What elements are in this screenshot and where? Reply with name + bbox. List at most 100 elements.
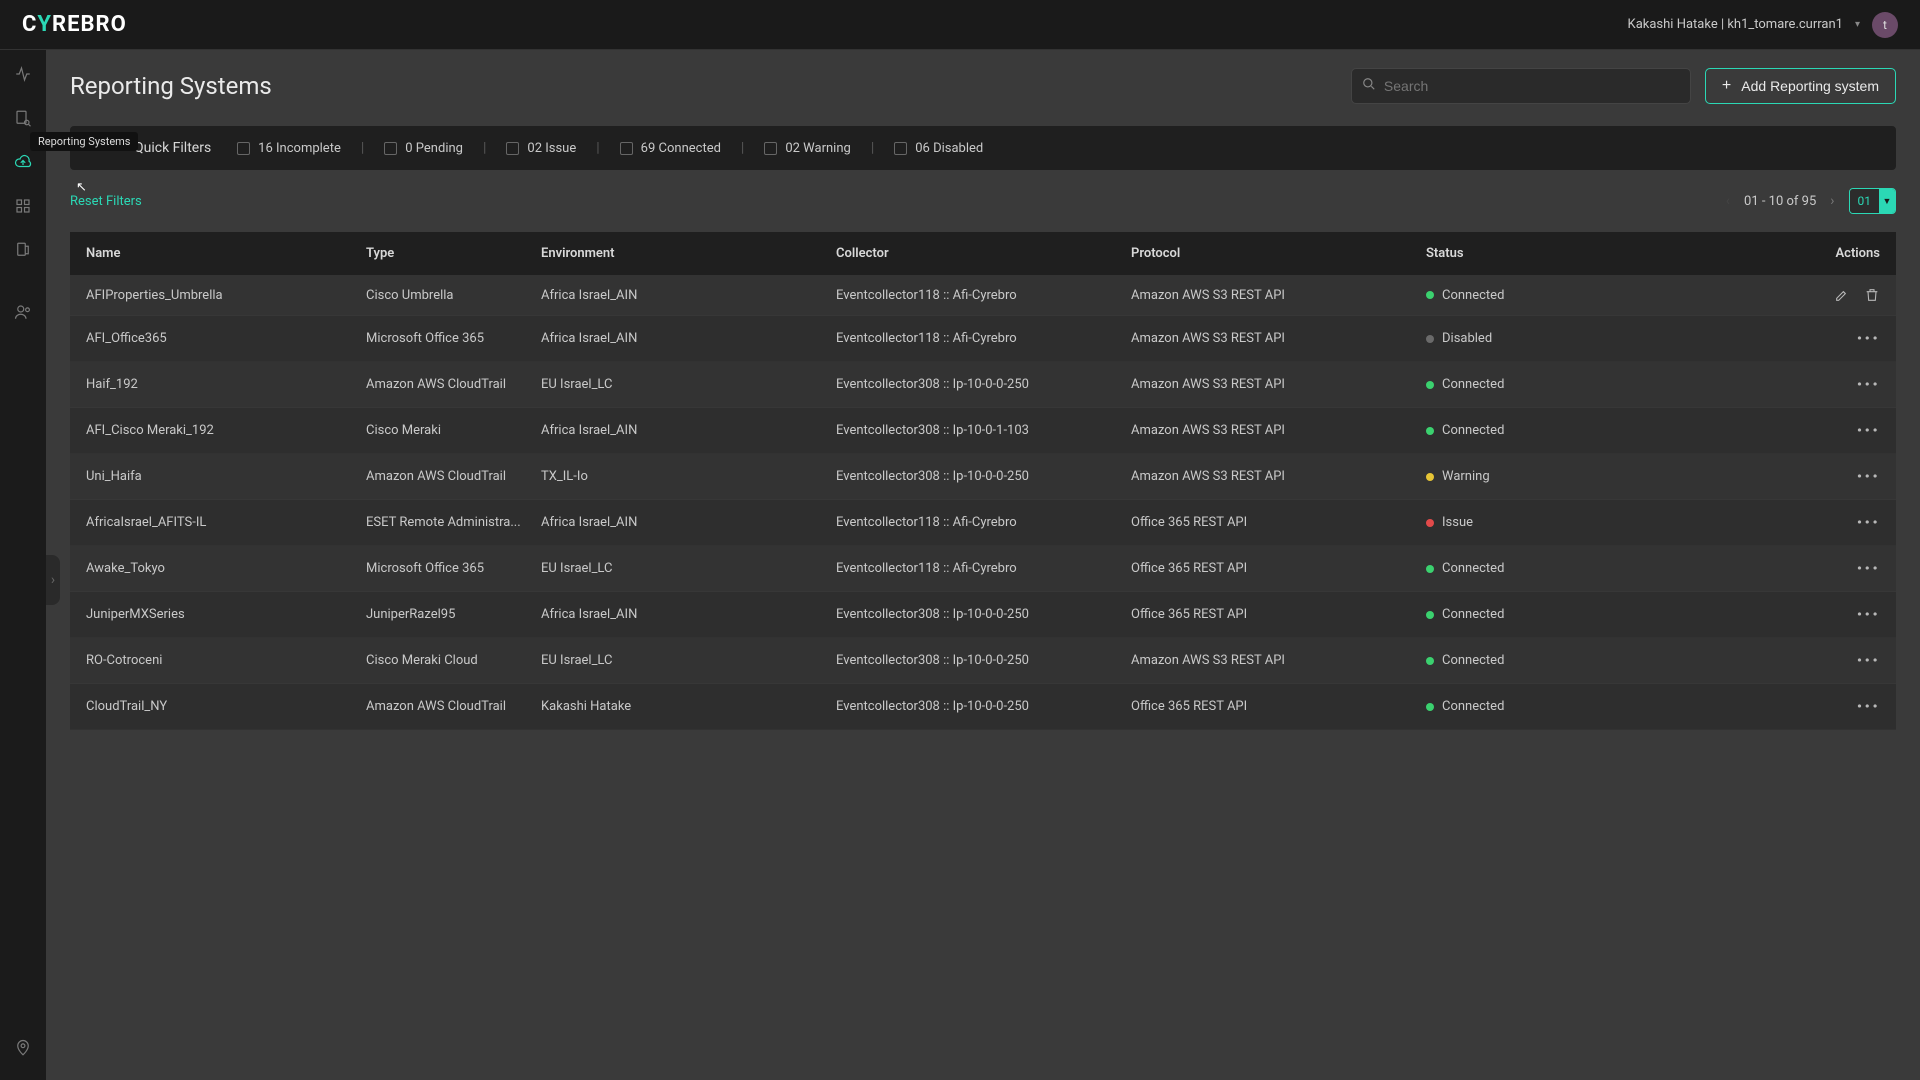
status-dot-icon: [1426, 519, 1434, 527]
cell-protocol: Office 365 REST API: [1131, 561, 1426, 576]
search-input[interactable]: [1384, 78, 1680, 94]
cell-collector: Eventcollector118 :: Afi-Cyrebro: [836, 561, 1131, 576]
col-header-collector[interactable]: Collector: [836, 246, 1131, 261]
status-label: Connected: [1442, 377, 1504, 392]
checkbox-icon[interactable]: [506, 142, 519, 155]
grid-icon[interactable]: [13, 196, 33, 216]
quick-filter-connected[interactable]: 69 Connected: [620, 141, 721, 156]
user-display[interactable]: Kakashi Hatake | kh1_tomare.curran1: [1628, 17, 1843, 32]
activity-icon[interactable]: [13, 64, 33, 84]
cell-environment: Africa Israel_AIN: [541, 331, 836, 346]
search-input-wrap[interactable]: [1351, 68, 1691, 104]
cell-name: Uni_Haifa: [86, 469, 366, 484]
device-icon[interactable]: [13, 240, 33, 260]
mouse-cursor: ↖: [76, 180, 87, 195]
table-row[interactable]: Uni_HaifaAmazon AWS CloudTrailTX_IL-IoEv…: [70, 454, 1896, 500]
status-label: Connected: [1442, 607, 1504, 622]
quick-filter-label: 16 Incomplete: [258, 141, 341, 156]
cell-actions: ···: [1760, 558, 1880, 579]
status-dot-icon: [1426, 381, 1434, 389]
cell-name: AfricaIsrael_AFITS-IL: [86, 515, 366, 530]
col-header-status[interactable]: Status: [1426, 246, 1666, 261]
cell-actions: ···: [1760, 604, 1880, 625]
pagination: ‹ 01 - 10 of 95 › 01 ▼: [1726, 188, 1896, 214]
more-icon[interactable]: ···: [1857, 696, 1880, 717]
status-dot-icon: [1426, 291, 1434, 299]
table-row[interactable]: AFI_Office365Microsoft Office 365Africa …: [70, 316, 1896, 362]
status-label: Connected: [1442, 423, 1504, 438]
checkbox-icon[interactable]: [384, 142, 397, 155]
quick-filter-label: 02 Issue: [527, 141, 576, 156]
table-row[interactable]: Haif_192Amazon AWS CloudTrailEU Israel_L…: [70, 362, 1896, 408]
chevron-down-icon[interactable]: ▾: [1855, 19, 1860, 30]
add-reporting-system-button[interactable]: + Add Reporting system: [1705, 68, 1896, 104]
cell-status: Disabled: [1426, 331, 1666, 346]
cell-protocol: Amazon AWS S3 REST API: [1131, 653, 1426, 668]
checkbox-icon[interactable]: [764, 142, 777, 155]
chevron-down-icon[interactable]: ▼: [1879, 189, 1895, 213]
more-icon[interactable]: ···: [1857, 604, 1880, 625]
more-icon[interactable]: ···: [1857, 374, 1880, 395]
more-icon[interactable]: ···: [1857, 512, 1880, 533]
more-icon[interactable]: ···: [1857, 650, 1880, 671]
quick-filter-warning[interactable]: 02 Warning: [764, 141, 850, 156]
cell-collector: Eventcollector118 :: Afi-Cyrebro: [836, 331, 1131, 346]
cell-environment: EU Israel_LC: [541, 377, 836, 392]
page-next-button[interactable]: ›: [1830, 193, 1834, 209]
quick-filter-pending[interactable]: 0 Pending: [384, 141, 463, 156]
page-title: Reporting Systems: [70, 72, 272, 100]
checkbox-icon[interactable]: [620, 142, 633, 155]
location-icon[interactable]: [13, 1038, 33, 1058]
checkbox-icon[interactable]: [894, 142, 907, 155]
col-header-type[interactable]: Type: [366, 246, 541, 261]
cell-type: Cisco Meraki Cloud: [366, 653, 541, 668]
search-icon: [1362, 77, 1376, 95]
checkbox-icon[interactable]: [237, 142, 250, 155]
cell-name: AFI_Office365: [86, 331, 366, 346]
quick-filter-incomplete[interactable]: 16 Incomplete: [237, 141, 341, 156]
cell-type: Amazon AWS CloudTrail: [366, 699, 541, 714]
cell-actions: ···: [1760, 466, 1880, 487]
status-label: Connected: [1442, 561, 1504, 576]
users-icon[interactable]: [13, 302, 33, 322]
cell-collector: Eventcollector308 :: Ip-10-0-0-250: [836, 653, 1131, 668]
cell-status: Connected: [1426, 561, 1666, 576]
avatar[interactable]: t: [1872, 12, 1898, 38]
table-row[interactable]: RO-CotroceniCisco Meraki CloudEU Israel_…: [70, 638, 1896, 684]
page-prev-button[interactable]: ‹: [1726, 193, 1730, 209]
col-header-environment[interactable]: Environment: [541, 246, 836, 261]
more-icon[interactable]: ···: [1857, 328, 1880, 349]
trash-icon[interactable]: [1864, 287, 1880, 303]
status-label: Disabled: [1442, 331, 1492, 346]
cell-actions: ···: [1760, 374, 1880, 395]
page-select[interactable]: 01 ▼: [1849, 188, 1897, 214]
more-icon[interactable]: ···: [1857, 420, 1880, 441]
cell-environment: Africa Israel_AIN: [541, 423, 836, 438]
cell-name: AFIProperties_Umbrella: [86, 288, 366, 303]
table-row[interactable]: AFIProperties_UmbrellaCisco UmbrellaAfri…: [70, 275, 1896, 316]
more-icon[interactable]: ···: [1857, 558, 1880, 579]
status-dot-icon: [1426, 611, 1434, 619]
edit-icon[interactable]: [1834, 287, 1850, 303]
table-row[interactable]: JuniperMXSeriesJuniperRazel95Africa Isra…: [70, 592, 1896, 638]
table-row[interactable]: AFI_Cisco Meraki_192Cisco MerakiAfrica I…: [70, 408, 1896, 454]
brand-logo[interactable]: CYREBRO: [22, 12, 127, 37]
quick-filter-issue[interactable]: 02 Issue: [506, 141, 576, 156]
cell-environment: Africa Israel_AIN: [541, 607, 836, 622]
cell-environment: Africa Israel_AIN: [541, 515, 836, 530]
col-header-name[interactable]: Name: [86, 246, 366, 261]
quick-filter-label: 0 Pending: [405, 141, 463, 156]
more-icon[interactable]: ···: [1857, 466, 1880, 487]
cloud-upload-icon[interactable]: [13, 152, 33, 172]
cell-status: Connected: [1426, 288, 1666, 303]
table-row[interactable]: Awake_TokyoMicrosoft Office 365EU Israel…: [70, 546, 1896, 592]
col-header-protocol[interactable]: Protocol: [1131, 246, 1426, 261]
table-row[interactable]: CloudTrail_NYAmazon AWS CloudTrailKakash…: [70, 684, 1896, 730]
search-doc-icon[interactable]: [13, 108, 33, 128]
cell-actions: ···: [1760, 512, 1880, 533]
reset-filters-link[interactable]: Reset Filters: [70, 194, 142, 209]
table-row[interactable]: AfricaIsrael_AFITS-ILESET Remote Adminis…: [70, 500, 1896, 546]
quick-filter-label: 69 Connected: [641, 141, 721, 156]
table-header: Name Type Environment Collector Protocol…: [70, 232, 1896, 275]
quick-filter-disabled[interactable]: 06 Disabled: [894, 141, 983, 156]
